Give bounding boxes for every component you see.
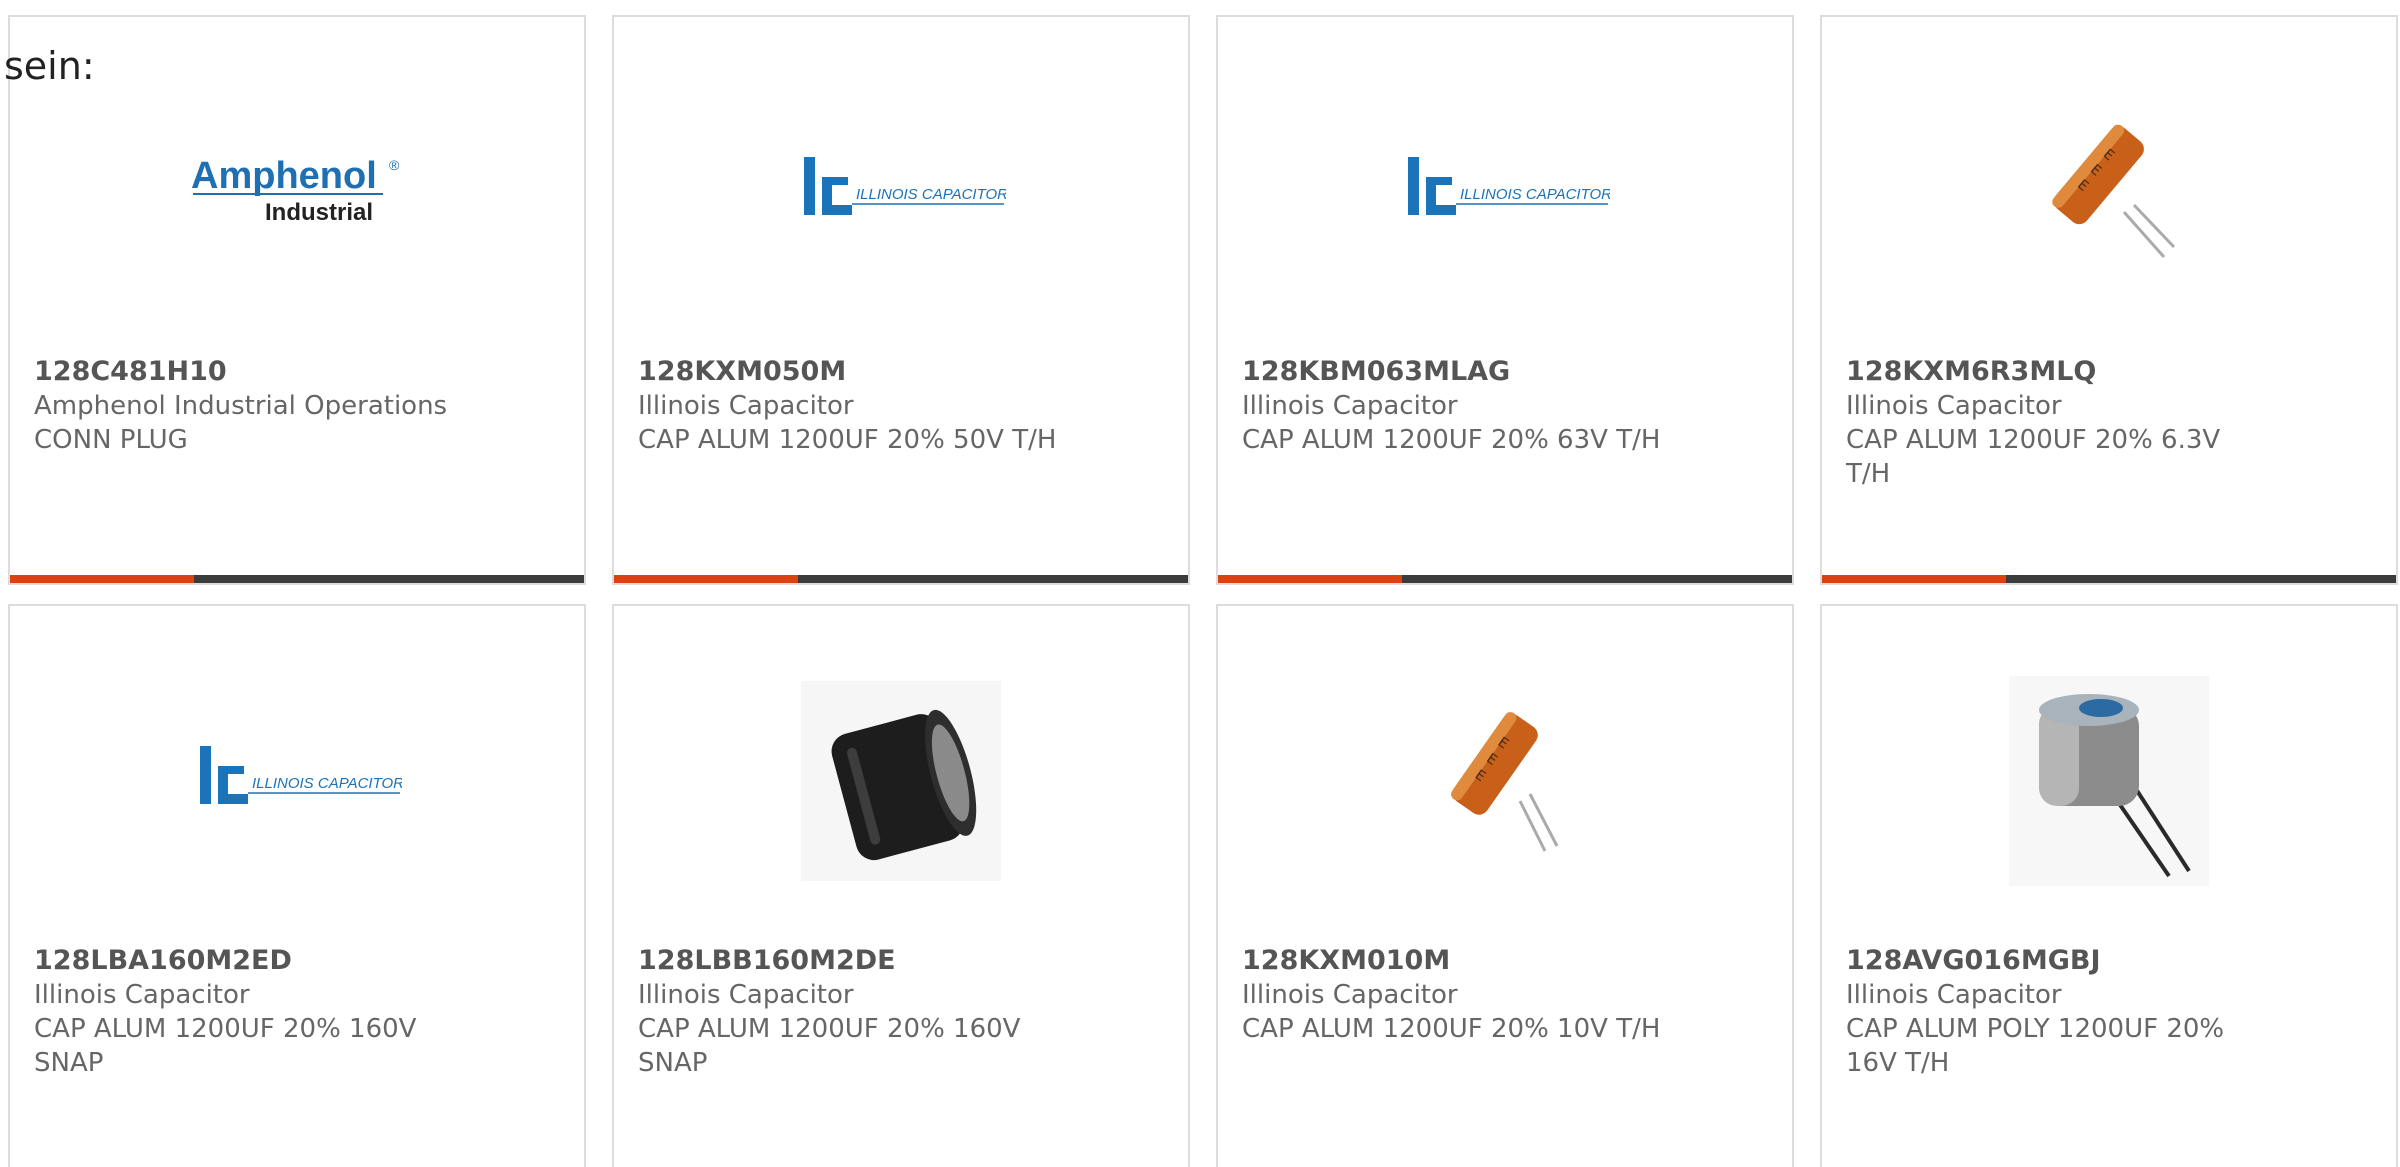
part-number-link[interactable]: 128AVG016MGBJ [1846, 944, 2372, 978]
product-card[interactable]: 128AVG016MGBJ Illinois Capacitor CAP ALU… [1820, 604, 2398, 1167]
amphenol-logo-icon: Amphenol ® Industrial [191, 155, 400, 226]
manufacturer-name: Amphenol Industrial Operations [34, 391, 448, 421]
product-description: CAP ALUM 1200UF 20% 160V SNAP [638, 1014, 1021, 1078]
product-card[interactable]: ILLINOIS CAPACITOR, INC. 128LBA160M2ED I… [8, 604, 586, 1167]
product-card[interactable]: 128LBB160M2DE Illinois Capacitor CAP ALU… [612, 604, 1190, 1167]
product-card[interactable]: E E E 128KXM010M Illinois Capacitor CAP … [1216, 604, 1794, 1167]
part-number-link[interactable]: 128C481H10 [34, 355, 560, 389]
card-accent-fill [1218, 575, 1402, 583]
product-text: 128AVG016MGBJ Illinois Capacitor CAP ALU… [1846, 944, 2372, 1080]
card-accent-bar [1218, 575, 1792, 583]
page: sein: Amphenol ® Industrial 128C481H10 A… [0, 0, 2400, 1167]
intro-text: sein: [4, 44, 95, 88]
product-description: CAP ALUM 1200UF 20% 160V SNAP [34, 1014, 417, 1078]
svg-text:ILLINOIS CAPACITOR, INC.: ILLINOIS CAPACITOR, INC. [252, 775, 402, 792]
product-description: CONN PLUG [34, 425, 188, 455]
manufacturer-name: Illinois Capacitor [34, 980, 250, 1010]
product-description: CAP ALUM POLY 1200UF 20% 16V T/H [1846, 1014, 2225, 1078]
product-card[interactable]: ILLINOIS CAPACITOR, INC. 128KXM050M Illi… [612, 15, 1190, 585]
product-image[interactable]: E E E [1218, 666, 1792, 896]
manufacturer-name: Illinois Capacitor [1846, 391, 2062, 421]
part-number-link[interactable]: 128KXM050M [638, 355, 1164, 389]
svg-text:ILLINOIS CAPACITOR, INC.: ILLINOIS CAPACITOR, INC. [1460, 186, 1610, 203]
product-image[interactable]: E E E [1822, 77, 2396, 307]
product-card[interactable]: ILLINOIS CAPACITOR, INC. 128KBM063MLAG I… [1216, 15, 1794, 585]
product-image[interactable]: ILLINOIS CAPACITOR, INC. [1218, 77, 1792, 307]
product-description: CAP ALUM 1200UF 20% 6.3V T/H [1846, 425, 2221, 489]
part-number-link[interactable]: 128LBA160M2ED [34, 944, 560, 978]
card-accent-bar [10, 575, 584, 583]
card-accent-bar [1822, 575, 2396, 583]
part-number-link[interactable]: 128KXM010M [1242, 944, 1768, 978]
product-card[interactable]: Amphenol ® Industrial 128C481H10 Ampheno… [8, 15, 586, 585]
product-description: CAP ALUM 1200UF 20% 50V T/H [638, 425, 1057, 455]
product-text: 128LBB160M2DE Illinois Capacitor CAP ALU… [638, 944, 1164, 1080]
product-description: CAP ALUM 1200UF 20% 63V T/H [1242, 425, 1661, 455]
product-description: CAP ALUM 1200UF 20% 10V T/H [1242, 1014, 1661, 1044]
orange-capacitor-photo-icon: E E E [1451, 712, 1559, 852]
product-card[interactable]: E E E 128KXM6R3MLQ Illinois Capacitor CA… [1820, 15, 2398, 585]
card-accent-fill [614, 575, 798, 583]
manufacturer-name: Illinois Capacitor [1242, 391, 1458, 421]
manufacturer-name: Illinois Capacitor [1242, 980, 1458, 1010]
product-text: 128KXM050M Illinois Capacitor CAP ALUM 1… [638, 355, 1164, 457]
manufacturer-name: Illinois Capacitor [638, 391, 854, 421]
product-image[interactable] [1822, 666, 2396, 896]
svg-text:®: ® [389, 157, 400, 173]
product-text: 128KXM010M Illinois Capacitor CAP ALUM 1… [1242, 944, 1768, 1046]
product-image[interactable]: ILLINOIS CAPACITOR, INC. [10, 666, 584, 896]
manufacturer-name: Illinois Capacitor [638, 980, 854, 1010]
manufacturer-name: Illinois Capacitor [1846, 980, 2062, 1010]
svg-text:Industrial: Industrial [265, 199, 373, 226]
part-number-link[interactable]: 128LBB160M2DE [638, 944, 1164, 978]
product-text: 128KXM6R3MLQ Illinois Capacitor CAP ALUM… [1846, 355, 2372, 491]
card-accent-fill [10, 575, 194, 583]
product-text: 128C481H10 Amphenol Industrial Operation… [34, 355, 560, 457]
grey-polymer-capacitor-photo-icon [2009, 676, 2209, 886]
product-grid: Amphenol ® Industrial 128C481H10 Ampheno… [8, 15, 2398, 1167]
illinois-capacitor-logo-icon: ILLINOIS CAPACITOR, INC. [200, 746, 402, 804]
illinois-capacitor-logo-icon: ILLINOIS CAPACITOR, INC. [804, 157, 1006, 215]
svg-text:ILLINOIS CAPACITOR, INC.: ILLINOIS CAPACITOR, INC. [856, 186, 1006, 203]
black-snap-capacitor-photo-icon [801, 681, 1001, 881]
product-image[interactable]: ILLINOIS CAPACITOR, INC. [614, 77, 1188, 307]
orange-capacitor-photo-icon: E E E [2052, 124, 2176, 258]
svg-text:Amphenol: Amphenol [191, 155, 377, 197]
product-image[interactable] [614, 666, 1188, 896]
card-accent-bar [614, 575, 1188, 583]
illinois-capacitor-logo-icon: ILLINOIS CAPACITOR, INC. [1408, 157, 1610, 215]
part-number-link[interactable]: 128KBM063MLAG [1242, 355, 1768, 389]
product-text: 128LBA160M2ED Illinois Capacitor CAP ALU… [34, 944, 560, 1080]
product-image[interactable]: Amphenol ® Industrial [10, 77, 584, 307]
product-text: 128KBM063MLAG Illinois Capacitor CAP ALU… [1242, 355, 1768, 457]
part-number-link[interactable]: 128KXM6R3MLQ [1846, 355, 2372, 389]
card-accent-fill [1822, 575, 2006, 583]
